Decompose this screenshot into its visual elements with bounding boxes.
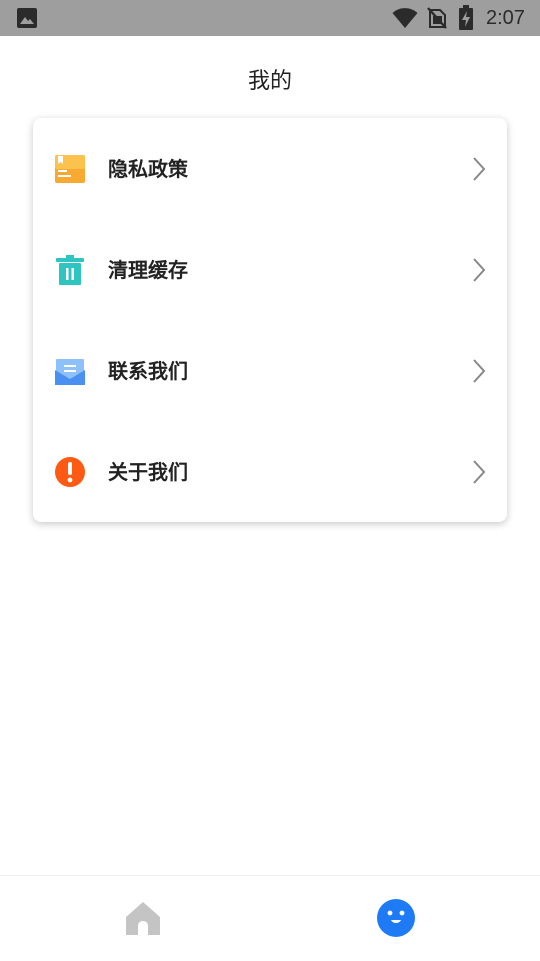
status-bar: 2:07 xyxy=(0,0,540,36)
menu-item-about-us[interactable]: 关于我们 xyxy=(33,421,507,522)
status-time: 2:07 xyxy=(486,7,525,29)
mail-icon xyxy=(55,359,85,385)
menu-item-label: 联系我们 xyxy=(108,359,188,383)
chevron-right-icon xyxy=(473,460,486,484)
battery-charging-icon xyxy=(459,5,473,30)
no-sim-icon xyxy=(427,7,447,29)
menu-item-clear-cache[interactable]: 清理缓存 xyxy=(33,219,507,320)
privacy-policy-icon xyxy=(55,155,85,183)
menu-item-label: 隐私政策 xyxy=(108,157,188,181)
gallery-icon xyxy=(17,8,37,28)
menu-item-contact-us[interactable]: 联系我们 xyxy=(33,320,507,421)
menu-card: 隐私政策 清理缓存 联系我们 关于我们 xyxy=(33,118,507,522)
exclamation-icon xyxy=(55,457,85,487)
menu-item-label: 关于我们 xyxy=(108,460,188,484)
menu-item-privacy-policy[interactable]: 隐私政策 xyxy=(33,118,507,219)
chevron-right-icon xyxy=(473,258,486,282)
chevron-right-icon xyxy=(473,359,486,383)
smiley-face-icon[interactable] xyxy=(376,898,416,938)
chevron-right-icon xyxy=(473,157,486,181)
bottom-nav xyxy=(0,875,540,961)
trash-icon xyxy=(56,255,84,285)
menu-item-label: 清理缓存 xyxy=(108,258,188,282)
wifi-icon xyxy=(392,8,418,28)
page-title: 我的 xyxy=(247,69,292,94)
home-icon[interactable] xyxy=(123,899,163,939)
